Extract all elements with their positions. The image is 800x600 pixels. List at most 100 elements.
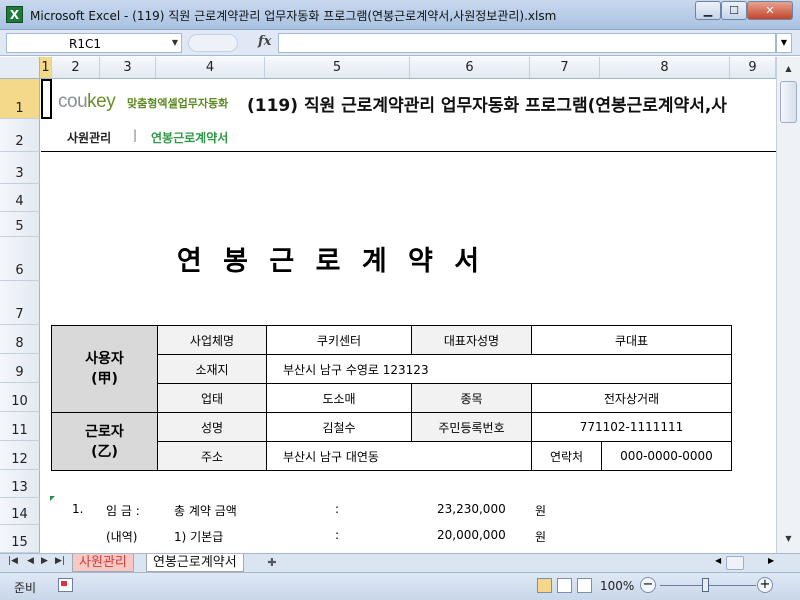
page-break-view-button[interactable] bbox=[577, 578, 592, 593]
row-header[interactable]: 11 bbox=[0, 412, 40, 441]
total-contract-amount[interactable]: 23,230,000 bbox=[437, 502, 506, 516]
divider bbox=[41, 151, 776, 152]
worker-sub: (乙) bbox=[91, 443, 118, 460]
row-header[interactable]: 15 bbox=[0, 525, 40, 553]
rep-name-label[interactable]: 대표자성명 bbox=[411, 325, 532, 355]
business-type-cell[interactable]: 도소매 bbox=[266, 383, 412, 413]
prev-sheet-icon[interactable]: ◀ bbox=[27, 556, 34, 566]
horizontal-scrollbar[interactable]: ◀ ▶ bbox=[578, 556, 778, 571]
row-header[interactable]: 13 bbox=[0, 470, 40, 498]
address-cell[interactable]: 부산시 남구 수영로 123123 bbox=[266, 354, 732, 384]
logo-text-key: key bbox=[87, 91, 116, 112]
zoom-level[interactable]: 100% bbox=[600, 579, 634, 593]
column-header[interactable]: 4 bbox=[156, 57, 265, 78]
worker-group[interactable]: 근로자 (乙) bbox=[51, 412, 158, 471]
minimize-icon: ▁ bbox=[703, 4, 713, 17]
first-sheet-icon[interactable]: |◀ bbox=[8, 556, 18, 566]
category-label[interactable]: 종목 bbox=[411, 383, 532, 413]
sheet-tab-employee[interactable]: 사원관리 bbox=[72, 554, 134, 572]
column-header[interactable]: 3 bbox=[100, 57, 156, 78]
base-pay-amount[interactable]: 20,000,000 bbox=[437, 528, 506, 542]
worker-address-label[interactable]: 주소 bbox=[157, 441, 267, 471]
column-header[interactable]: 9 bbox=[730, 57, 776, 78]
business-name-label[interactable]: 사업체명 bbox=[157, 325, 267, 355]
contact-cell[interactable]: 000-0000-0000 bbox=[601, 441, 732, 471]
status-ready: 준비 bbox=[14, 581, 37, 595]
business-name-cell[interactable]: 쿠키센터 bbox=[266, 325, 412, 355]
name-label[interactable]: 성명 bbox=[157, 412, 267, 442]
row-header[interactable]: 6 bbox=[0, 237, 40, 281]
scroll-right-icon[interactable]: ▶ bbox=[768, 556, 774, 565]
expand-formula-bar-button[interactable]: ▼ bbox=[776, 33, 792, 53]
row-header[interactable]: 5 bbox=[0, 212, 40, 237]
logo-subtitle: 맞춤형엑셀업무자동화 bbox=[127, 97, 229, 110]
scroll-down-icon[interactable]: ▼ bbox=[780, 531, 797, 547]
row-header[interactable]: 12 bbox=[0, 441, 40, 470]
scroll-left-icon[interactable]: ◀ bbox=[715, 556, 721, 565]
excel-app-icon[interactable]: X bbox=[6, 6, 23, 23]
contact-label[interactable]: 연락처 bbox=[531, 441, 602, 471]
id-number-label[interactable]: 주민등록번호 bbox=[411, 412, 532, 442]
close-button[interactable]: ✕ bbox=[747, 1, 793, 20]
column-header[interactable]: 2 bbox=[52, 57, 100, 78]
column-header[interactable]: 5 bbox=[265, 57, 410, 78]
sheet-tab-contract[interactable]: 연봉근로계약서 bbox=[146, 554, 244, 572]
formula-input[interactable] bbox=[278, 33, 776, 53]
minimize-button[interactable]: ▁ bbox=[695, 1, 721, 20]
nav-link-salary-contract[interactable]: 연봉근로계약서 bbox=[151, 129, 228, 146]
program-title: (119) 직원 근로계약관리 업무자동화 프로그램(연봉근로계약서,사 bbox=[247, 96, 727, 116]
row-header[interactable]: 2 bbox=[0, 119, 40, 152]
select-all-corner[interactable] bbox=[0, 57, 40, 78]
macro-record-icon[interactable] bbox=[58, 578, 73, 592]
base-pay-label: 1) 기본급 bbox=[174, 530, 224, 544]
horizontal-scroll-thumb[interactable] bbox=[726, 556, 744, 570]
name-cell[interactable]: 김철수 bbox=[266, 412, 412, 442]
id-number-cell[interactable]: 771102-1111111 bbox=[531, 412, 732, 442]
page-layout-view-button[interactable] bbox=[557, 578, 572, 593]
name-box[interactable]: R1C1 ▼ bbox=[6, 33, 182, 53]
row-header[interactable]: 9 bbox=[0, 354, 40, 383]
zoom-in-button[interactable]: + bbox=[757, 577, 773, 593]
insert-sheet-icon[interactable]: ✚ bbox=[262, 555, 282, 571]
vertical-scrollbar[interactable]: ▲ ▼ bbox=[776, 57, 800, 553]
nav-link-employee-management[interactable]: 사원관리 bbox=[67, 129, 111, 146]
employer-group[interactable]: 사용자 (甲) bbox=[51, 325, 158, 413]
title-bar: X Microsoft Excel - (119) 직원 근로계약관리 업무자동… bbox=[0, 0, 800, 30]
row-header[interactable]: 14 bbox=[0, 498, 40, 525]
maximize-button[interactable]: ☐ bbox=[721, 1, 747, 20]
business-type-label[interactable]: 업태 bbox=[157, 383, 267, 413]
comment-indicator[interactable] bbox=[50, 496, 55, 501]
next-sheet-icon[interactable]: ▶ bbox=[41, 556, 48, 566]
scroll-up-icon[interactable]: ▲ bbox=[780, 61, 797, 77]
normal-view-button[interactable] bbox=[537, 578, 552, 593]
row-header[interactable]: 7 bbox=[0, 281, 40, 325]
breakdown-label: (내역) bbox=[106, 530, 138, 544]
window-title: Microsoft Excel - (119) 직원 근로계약관리 업무자동화 … bbox=[30, 9, 557, 23]
status-bar: 준비 100% − + bbox=[0, 572, 800, 600]
vertical-scroll-thumb[interactable] bbox=[780, 81, 797, 123]
row-header[interactable]: 4 bbox=[0, 184, 40, 212]
worker-label: 근로자 bbox=[85, 423, 124, 440]
address-label[interactable]: 소재지 bbox=[157, 354, 267, 384]
zoom-out-button[interactable]: − bbox=[640, 577, 656, 593]
row-header[interactable]: 3 bbox=[0, 152, 40, 184]
last-sheet-icon[interactable]: ▶| bbox=[55, 556, 65, 566]
sheet-tab-bar: |◀ ◀ ▶ ▶| 사원관리 연봉근로계약서 ✚ ◀ ▶ bbox=[0, 553, 800, 572]
column-header[interactable]: 1 bbox=[40, 57, 52, 78]
column-header[interactable]: 7 bbox=[530, 57, 600, 78]
zoom-slider-thumb[interactable] bbox=[702, 578, 709, 592]
row-header[interactable]: 8 bbox=[0, 325, 40, 354]
close-icon: ✕ bbox=[765, 4, 775, 17]
insert-function-button[interactable]: fx bbox=[258, 34, 271, 49]
column-header[interactable]: 8 bbox=[600, 57, 730, 78]
row-header[interactable]: 10 bbox=[0, 383, 40, 412]
formula-bar-grip[interactable] bbox=[188, 34, 238, 52]
chevron-down-icon[interactable]: ▼ bbox=[172, 38, 178, 47]
category-cell[interactable]: 전자상거래 bbox=[531, 383, 732, 413]
worker-address-cell[interactable]: 부산시 남구 대연동 bbox=[266, 441, 532, 471]
row-header[interactable]: 1 bbox=[0, 79, 40, 119]
rep-name-cell[interactable]: 쿠대표 bbox=[531, 325, 732, 355]
worksheet-grid[interactable]: coukey 맞춤형엑셀업무자동화 (119) 직원 근로계약관리 업무자동화 … bbox=[41, 79, 776, 553]
active-cell[interactable] bbox=[41, 79, 52, 119]
column-header[interactable]: 6 bbox=[410, 57, 530, 78]
